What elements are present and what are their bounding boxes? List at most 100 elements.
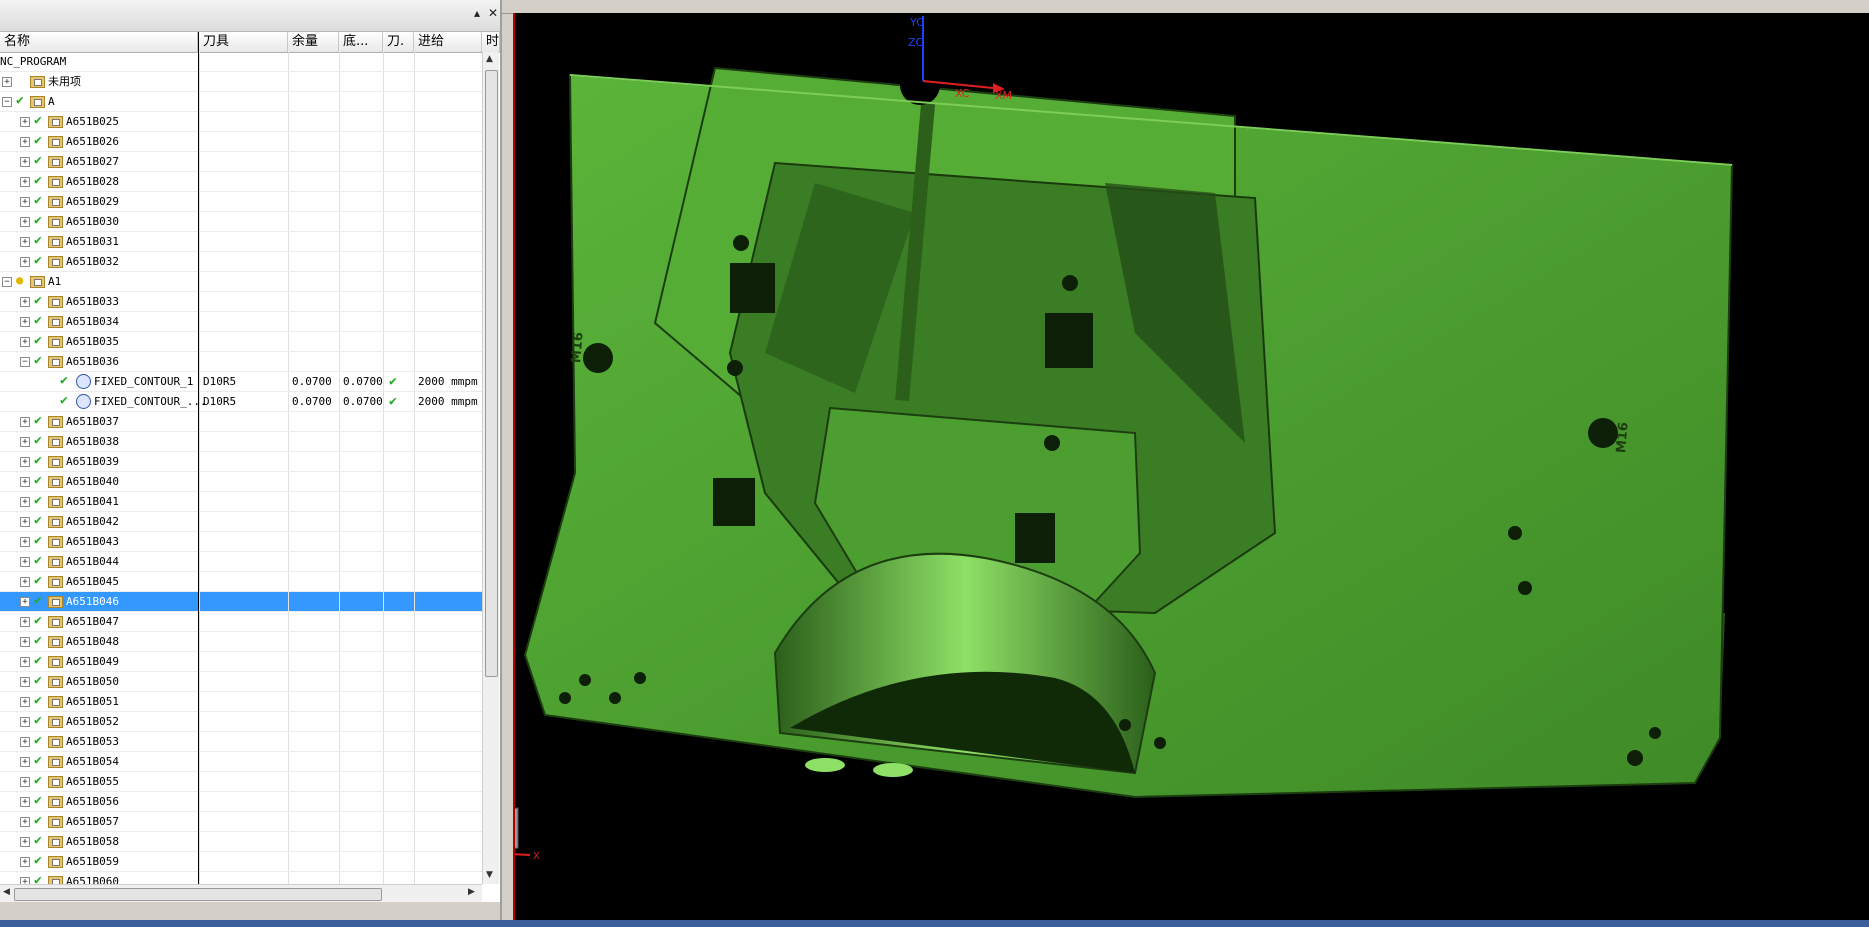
tree-row[interactable]: + ✔ A651B034 <box>0 312 482 332</box>
scroll-up-icon[interactable]: ▲ <box>486 54 493 64</box>
collapse-icon[interactable]: − <box>20 357 30 367</box>
operation-row[interactable]: ✔ FIXED_CONTOUR_... D10R5 0.0700 0.0700 ✔ 2000… <box>0 392 482 412</box>
expand-icon[interactable]: + <box>20 717 30 727</box>
tree-row[interactable]: + ✔ A651B028 <box>0 172 482 192</box>
expand-icon[interactable]: + <box>20 337 30 347</box>
graphics-viewport[interactable]: M16 M16 YC ZC XC XM Y X <box>482 13 1869 920</box>
collapse-icon[interactable]: ▴ <box>474 6 480 20</box>
expand-icon[interactable]: + <box>2 77 12 87</box>
horizontal-scrollbar[interactable]: ◀ ▶ <box>0 884 482 903</box>
tree-row[interactable]: − ✔ A <box>0 92 482 112</box>
scroll-down-icon[interactable]: ▼ <box>486 870 493 880</box>
tree-row[interactable]: + ✔ A651B059 <box>0 852 482 872</box>
column-feed[interactable]: 进给 <box>414 32 482 52</box>
expand-icon[interactable]: + <box>20 137 30 147</box>
tree-row[interactable]: + ✔ A651B052 <box>0 712 482 732</box>
expand-icon[interactable]: + <box>20 617 30 627</box>
expand-icon[interactable]: + <box>20 197 30 207</box>
tree-row[interactable]: + ✔ A651B043 <box>0 532 482 552</box>
expand-icon[interactable]: + <box>20 477 30 487</box>
expand-icon[interactable]: + <box>20 837 30 847</box>
tree-row[interactable]: + ✔ A651B049 <box>0 652 482 672</box>
tree-row[interactable]: − ✔ A651B036 <box>0 352 482 372</box>
tree-row[interactable]: + ✔ A651B054 <box>0 752 482 772</box>
tree-row[interactable]: + ✔ A651B035 <box>0 332 482 352</box>
cad-model-view[interactable]: M16 M16 YC ZC XC XM Y X <box>482 13 1869 920</box>
column-tool-check[interactable]: 刀. <box>383 32 414 52</box>
expand-icon[interactable]: + <box>20 797 30 807</box>
collapse-icon[interactable]: − <box>2 277 12 287</box>
tree-row[interactable]: + ✔ A651B031 <box>0 232 482 252</box>
expand-icon[interactable]: + <box>20 697 30 707</box>
hscroll-thumb[interactable] <box>14 888 382 901</box>
tree-row[interactable]: − ● A1 <box>0 272 482 292</box>
expand-icon[interactable]: + <box>20 557 30 567</box>
tree-row[interactable]: + ✔ A651B051 <box>0 692 482 712</box>
tree-row[interactable]: + ✔ A651B041 <box>0 492 482 512</box>
expand-icon[interactable]: + <box>20 737 30 747</box>
tree-row[interactable]: + ✔ A651B038 <box>0 432 482 452</box>
tree-row[interactable]: + ✔ A651B042 <box>0 512 482 532</box>
expand-icon[interactable]: + <box>20 177 30 187</box>
column-tool[interactable]: 刀具 <box>199 32 288 52</box>
expand-icon[interactable]: + <box>20 217 30 227</box>
tree-row[interactable]: + ✔ A651B055 <box>0 772 482 792</box>
scroll-right-icon[interactable]: ▶ <box>468 887 475 897</box>
expand-icon[interactable]: + <box>20 257 30 267</box>
column-stock[interactable]: 余量 <box>288 32 339 52</box>
tree-row[interactable]: + ✔ A651B033 <box>0 292 482 312</box>
expand-icon[interactable]: + <box>20 457 30 467</box>
expand-icon[interactable]: + <box>20 497 30 507</box>
tree-row[interactable]: + ✔ A651B045 <box>0 572 482 592</box>
expand-icon[interactable]: + <box>20 517 30 527</box>
vertical-scrollbar[interactable]: ▲ ▼ <box>482 52 499 884</box>
expand-icon[interactable]: + <box>20 637 30 647</box>
expand-icon[interactable]: + <box>20 817 30 827</box>
tree-row[interactable]: + ✔ A651B027 <box>0 152 482 172</box>
column-floor-stock[interactable]: 底... <box>339 32 383 52</box>
expand-icon[interactable]: + <box>20 757 30 767</box>
expand-icon[interactable]: + <box>20 237 30 247</box>
tree-row[interactable]: + ✔ A651B032 <box>0 252 482 272</box>
expand-icon[interactable]: + <box>20 157 30 167</box>
scroll-thumb[interactable] <box>485 70 498 677</box>
tree-row[interactable]: + ✔ A651B048 <box>0 632 482 652</box>
tree-row[interactable]: + ✔ A651B026 <box>0 132 482 152</box>
expand-icon[interactable]: + <box>20 297 30 307</box>
tree-row[interactable]: + ✔ A651B050 <box>0 672 482 692</box>
tree-row[interactable]: + ✔ A651B058 <box>0 832 482 852</box>
tree-row[interactable]: + ✔ A651B046 <box>0 592 482 612</box>
operation-row[interactable]: ✔ FIXED_CONTOUR_1 D10R5 0.0700 0.0700 ✔ 2000 m… <box>0 372 482 392</box>
tree-row[interactable]: + ✔ A651B056 <box>0 792 482 812</box>
expand-icon[interactable]: + <box>20 657 30 667</box>
tree-row[interactable]: + ✔ A651B029 <box>0 192 482 212</box>
expand-icon[interactable]: + <box>20 597 30 607</box>
scroll-left-icon[interactable]: ◀ <box>3 887 10 897</box>
tree-row[interactable]: + ✔ A651B047 <box>0 612 482 632</box>
expand-icon[interactable]: + <box>20 417 30 427</box>
tree-row[interactable]: + ✔ A651B039 <box>0 452 482 472</box>
expand-icon[interactable]: + <box>20 317 30 327</box>
expand-icon[interactable]: + <box>20 117 30 127</box>
tree-row[interactable]: + ✔ A651B053 <box>0 732 482 752</box>
tree-row[interactable]: + ✔ A651B037 <box>0 412 482 432</box>
close-icon[interactable]: ✕ <box>488 6 498 20</box>
tree-row[interactable]: + ✔ A651B025 <box>0 112 482 132</box>
expand-icon[interactable]: + <box>20 777 30 787</box>
tree-row[interactable]: + ✔ A651B044 <box>0 552 482 572</box>
tree-row[interactable]: + ✔ A651B060 <box>0 872 482 884</box>
expand-icon[interactable]: + <box>20 537 30 547</box>
tree-row[interactable]: + 未用项 <box>0 72 482 92</box>
expand-icon[interactable]: + <box>20 857 30 867</box>
column-time[interactable]: 时 <box>482 32 500 52</box>
expand-icon[interactable]: + <box>20 877 30 884</box>
tree-row[interactable]: + ✔ A651B030 <box>0 212 482 232</box>
collapse-icon[interactable]: − <box>2 97 12 107</box>
expand-icon[interactable]: + <box>20 577 30 587</box>
tree-row[interactable]: NC_PROGRAM <box>0 52 482 72</box>
column-name[interactable]: 名称 <box>0 32 198 52</box>
expand-icon[interactable]: + <box>20 677 30 687</box>
tree-row[interactable]: + ✔ A651B040 <box>0 472 482 492</box>
expand-icon[interactable]: + <box>20 437 30 447</box>
tree-row[interactable]: + ✔ A651B057 <box>0 812 482 832</box>
